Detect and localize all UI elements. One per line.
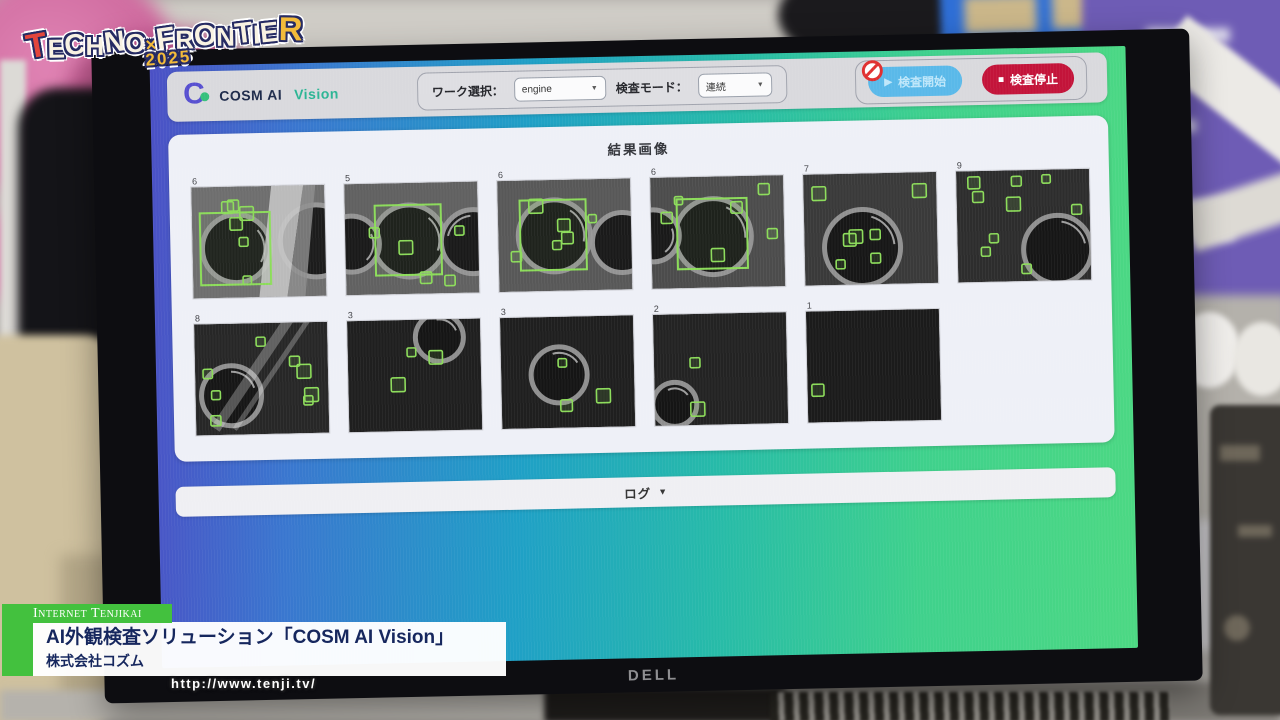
event-logo-letter: T <box>24 27 50 64</box>
chevron-down-icon: ▼ <box>757 81 764 88</box>
event-logo-letter: N <box>216 24 235 50</box>
result-thumbnail: 6 <box>191 173 327 299</box>
app-screen: C COSM AI Vision ワーク選択： engine ▼ 検査モード： … <box>150 46 1138 668</box>
results-grid: 65667983321 <box>191 156 1114 435</box>
play-icon: ▶ <box>884 76 892 87</box>
collapse-arrow-icon: ▼ <box>658 487 667 497</box>
result-thumbnail: 6 <box>650 163 786 289</box>
result-thumbnail: 3 <box>347 306 483 432</box>
inspection-buttons-group: ▶ 検査開始 ■ 検査停止 <box>855 56 1088 105</box>
start-button-label: 検査開始 <box>898 72 946 90</box>
stop-icon: ■ <box>998 74 1004 85</box>
lower-third-title: AI外観検査ソリューション「COSM AI Vision」 <box>46 625 506 651</box>
log-label: ログ <box>624 482 651 502</box>
work-select-label: ワーク選択： <box>432 81 504 100</box>
engine-sample-part <box>1210 405 1280 715</box>
event-logo-letter: E <box>259 18 281 48</box>
monitor-brand: DELL <box>628 666 680 684</box>
work-select-value: engine <box>522 83 552 95</box>
video-frame: C COSM AI Vision ワーク選択： engine ▼ 検査モード： … <box>0 0 1280 720</box>
event-logo-letter: O <box>125 30 146 57</box>
app-logo: C COSM AI Vision <box>183 79 339 110</box>
brand-name: COSM AI <box>219 87 282 104</box>
chevron-down-icon: ▼ <box>591 84 598 91</box>
result-thumbnail: 8 <box>194 310 330 436</box>
stop-button-label: 検査停止 <box>1010 70 1058 88</box>
mode-select-dropdown[interactable]: 連続 ▼ <box>698 72 772 98</box>
lower-third-subtitle: 株式会社コズム <box>46 651 506 672</box>
mode-select-value: 連続 <box>706 78 726 93</box>
event-logo-letter: E <box>47 35 65 61</box>
stop-inspection-button[interactable]: ■ 検査停止 <box>982 63 1075 95</box>
result-thumbnail: 2 <box>653 300 789 426</box>
start-inspection-button[interactable]: ▶ 検査開始 <box>868 65 962 97</box>
log-toggle-bar[interactable]: ログ ▼ <box>175 467 1115 517</box>
work-mode-group: ワーク選択： engine ▼ 検査モード： 連続 ▼ <box>416 65 787 111</box>
monitor-stand-vents <box>770 692 1170 720</box>
brand-name-secondary: Vision <box>294 85 339 102</box>
lower-third-kicker: Internet Tenjikai <box>2 604 172 623</box>
event-logo-letter: C <box>63 30 87 61</box>
results-panel: 結果画像 65667983321 <box>168 115 1115 462</box>
mode-select-label: 検査モード： <box>616 78 688 97</box>
result-thumbnail: 9 <box>956 157 1092 283</box>
event-logo-year: 2025 <box>145 47 192 71</box>
event-logo-letter: R <box>278 12 302 45</box>
work-select-dropdown[interactable]: engine ▼ <box>514 76 606 102</box>
kicker-label: Internet Tenjikai <box>33 606 142 622</box>
event-logo-letter: O <box>192 21 217 52</box>
result-thumbnail: 5 <box>344 170 480 296</box>
result-thumbnail: 3 <box>500 303 636 429</box>
result-thumbnail: 7 <box>803 160 939 286</box>
result-thumbnail: 1 <box>806 297 942 423</box>
lower-third-url: http://www.tenji.tv/ <box>171 676 316 691</box>
event-logo-letter: H <box>86 33 105 59</box>
lower-third-panel: AI外観検査ソリューション「COSM AI Vision」 株式会社コズム <box>33 622 506 676</box>
not-allowed-cursor-icon <box>862 60 883 81</box>
monitor: C COSM AI Vision ワーク選択： engine ▼ 検査モード： … <box>91 29 1202 704</box>
result-thumbnail: 6 <box>497 166 633 292</box>
event-logo-letter: N <box>102 27 126 58</box>
cosm-logo-icon: C <box>183 82 212 111</box>
app-header: C COSM AI Vision ワーク選択： engine ▼ 検査モード： … <box>167 52 1108 122</box>
event-logo-letter: T <box>233 18 254 49</box>
